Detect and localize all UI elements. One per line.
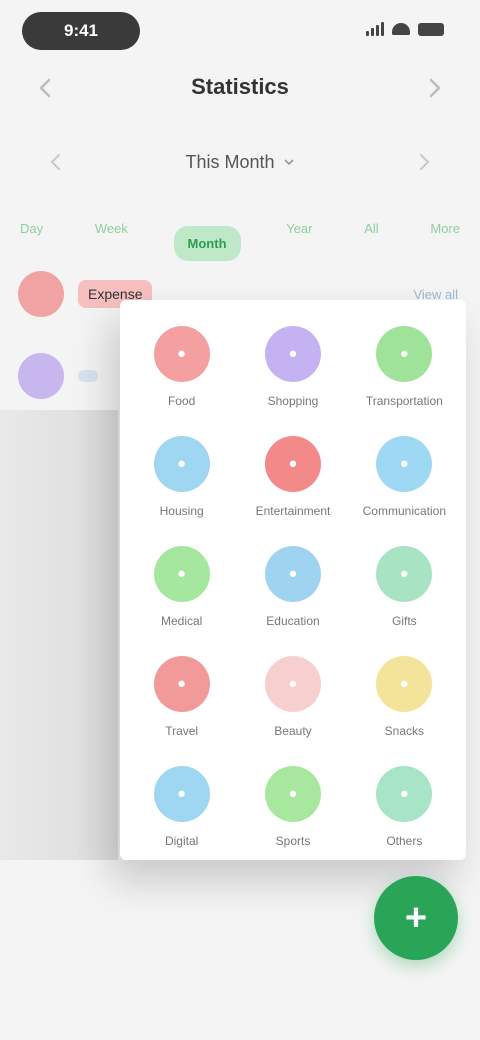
- period-selector[interactable]: This Month: [40, 140, 440, 184]
- category-item[interactable]: • Snacks: [349, 650, 460, 760]
- chevron-down-icon: [283, 159, 294, 166]
- page-title: Statistics: [191, 74, 289, 99]
- category-label: Medical: [160, 614, 203, 628]
- shopping-icon: •: [264, 326, 321, 382]
- status-bar: 9:41: [0, 0, 480, 60]
- category-item[interactable]: • Food: [126, 320, 237, 430]
- category-item[interactable]: • Entertainment: [237, 430, 348, 540]
- category-label: Communication: [362, 504, 447, 518]
- header: Statistics: [0, 62, 480, 114]
- travel-icon: •: [153, 656, 210, 712]
- category-label: Shopping: [267, 394, 319, 408]
- other-icon: •: [376, 766, 433, 822]
- category-item[interactable]: • Sports: [237, 760, 348, 860]
- overlay-shade: [0, 410, 118, 860]
- chevron-right-icon[interactable]: [422, 76, 446, 100]
- tab-month[interactable]: Month: [173, 225, 241, 261]
- category-item[interactable]: • Transportation: [349, 320, 460, 430]
- tab-year[interactable]: Year: [280, 215, 318, 242]
- transport-icon: •: [376, 326, 433, 382]
- category-item[interactable]: • Communication: [349, 430, 460, 540]
- previous-period-icon[interactable]: [46, 152, 66, 172]
- category-label: Transportation: [365, 394, 443, 408]
- tab-more[interactable]: More: [424, 215, 466, 242]
- category-item[interactable]: • Housing: [126, 430, 237, 540]
- category-label: Entertainment: [255, 504, 331, 518]
- status-time-pill: 9:41: [22, 12, 140, 50]
- category-item[interactable]: • Digital: [126, 760, 237, 860]
- digital-icon: •: [153, 766, 210, 822]
- tab-week[interactable]: Week: [89, 215, 134, 242]
- category-label: Education: [266, 614, 320, 628]
- category-item[interactable]: • Medical: [126, 540, 237, 650]
- category-label: Beauty: [274, 724, 312, 738]
- category-item[interactable]: • Education: [237, 540, 348, 650]
- category-label: Sports: [275, 834, 311, 848]
- category-grid: • Food • Shopping • Transportation • Housing • En…: [120, 300, 466, 860]
- signal-icon: [366, 22, 384, 36]
- category-item[interactable]: • Others: [349, 760, 460, 860]
- gift-icon: •: [376, 546, 433, 602]
- category-label: Travel: [165, 724, 199, 738]
- category-label: Digital: [164, 834, 199, 848]
- category-avatar: [18, 271, 64, 317]
- plus-icon: +: [404, 897, 428, 939]
- screen: 9:41 Statistics This Month Day Week Mont…: [0, 0, 480, 1040]
- category-label: Gifts: [391, 614, 417, 628]
- category-label: Others: [386, 834, 423, 848]
- category-avatar: [18, 353, 64, 399]
- snack-icon: •: [376, 656, 433, 712]
- add-button[interactable]: +: [374, 876, 458, 960]
- status-time: 9:41: [63, 21, 99, 40]
- category-item[interactable]: • Beauty: [237, 650, 348, 760]
- beauty-icon: •: [264, 656, 321, 712]
- list-item-label: [78, 370, 98, 382]
- tab-day[interactable]: Day: [14, 215, 49, 242]
- sports-icon: •: [264, 766, 321, 822]
- food-icon: •: [153, 326, 210, 382]
- communication-icon: •: [376, 436, 433, 492]
- category-label: Snacks: [384, 724, 424, 738]
- category-item[interactable]: • Gifts: [349, 540, 460, 650]
- home-icon: •: [153, 436, 210, 492]
- education-icon: •: [264, 546, 321, 602]
- period-tabs: Day Week Month Year All More: [0, 206, 480, 261]
- period-label: This Month: [185, 151, 275, 172]
- status-icons: [366, 22, 444, 36]
- category-item[interactable]: • Shopping: [237, 320, 348, 430]
- category-label: Housing: [159, 504, 204, 518]
- entertainment-icon: •: [264, 436, 321, 492]
- next-period-icon[interactable]: [414, 152, 434, 172]
- tab-all[interactable]: All: [358, 215, 384, 242]
- medical-icon: •: [153, 546, 210, 602]
- category-label: Food: [167, 394, 196, 408]
- category-item[interactable]: • Travel: [126, 650, 237, 760]
- battery-icon: [418, 22, 444, 36]
- category-picker: • Food • Shopping • Transportation • Housing • En…: [120, 300, 466, 860]
- wifi-icon: [392, 23, 410, 35]
